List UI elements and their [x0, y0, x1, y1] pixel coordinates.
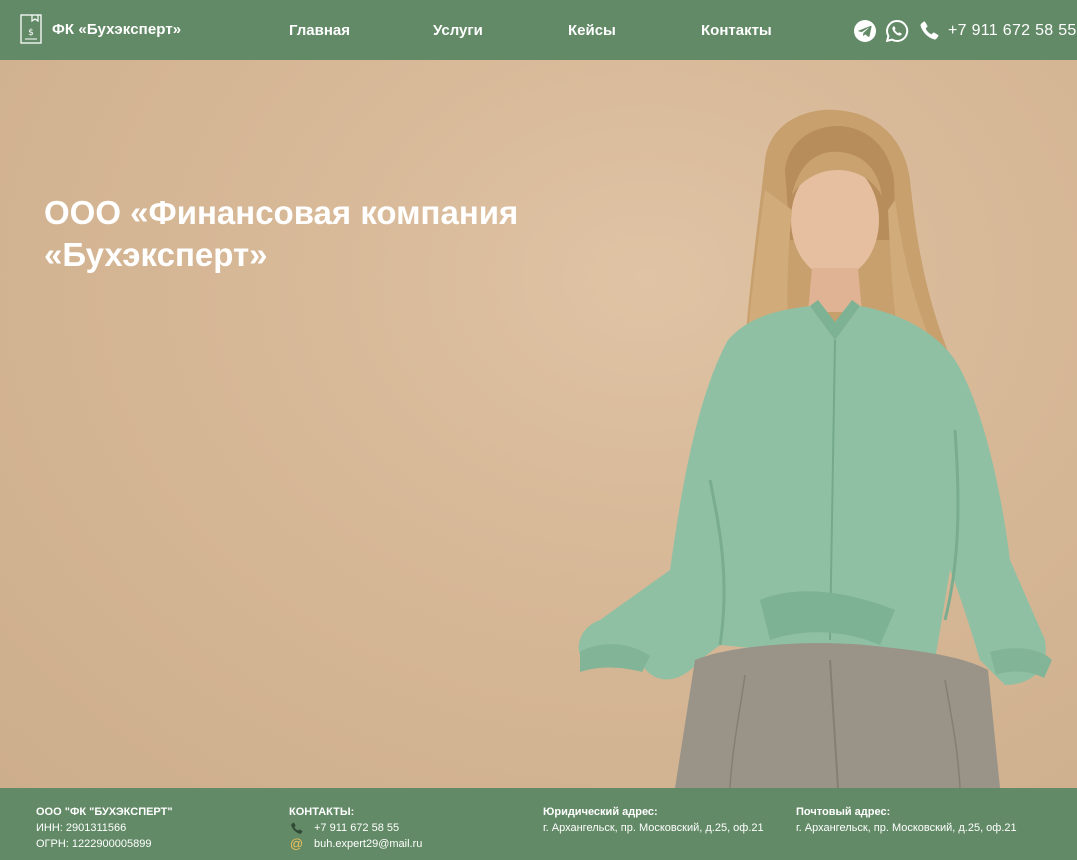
email-at-icon: @ — [289, 836, 304, 851]
nav-link-cases[interactable]: Кейсы — [568, 22, 616, 39]
footer-legal-address: Юридический адрес: г. Архангельск, пр. М… — [543, 804, 764, 836]
brand-name: ФК «Бухэксперт» — [52, 20, 182, 38]
social-links — [853, 19, 941, 43]
footer-company-info: ООО "ФК "БУХЭКСПЕРТ" ИНН: 2901311566 ОГР… — [36, 804, 173, 852]
nav-link-services[interactable]: Услуги — [433, 22, 483, 39]
footer-legal-address-title: Юридический адрес: — [543, 806, 658, 818]
footer-contacts: КОНТАКТЫ: +7 911 672 58 55 @ buh.expert2… — [289, 804, 422, 852]
hero-title-line2: «Бухэксперт» — [44, 236, 268, 273]
hero-title-line1: ООО «Финансовая компания — [44, 194, 519, 231]
footer-contacts-title: КОНТАКТЫ: — [289, 806, 355, 818]
telegram-icon[interactable] — [853, 19, 877, 43]
footer-phone-row: +7 911 672 58 55 — [289, 820, 422, 836]
site-header: $ ФК «Бухэксперт» Главная Услуги Кейсы К… — [0, 0, 1077, 60]
document-dollar-icon: $ — [20, 14, 42, 44]
footer-email-link[interactable]: buh.expert29@mail.ru — [314, 836, 422, 852]
footer-postal-address-title: Почтовый адрес: — [796, 806, 891, 818]
footer-inn: ИНН: 2901311566 — [36, 822, 127, 834]
hero-title: ООО «Финансовая компания «Бухэксперт» — [44, 192, 584, 276]
footer-email-row: @ buh.expert29@mail.ru — [289, 836, 423, 852]
footer-legal-address-value: г. Архангельск, пр. Московский, д.25, оф… — [543, 822, 764, 834]
footer-ogrn: ОГРН: 1222900005899 — [36, 838, 152, 850]
footer-company-name: ООО "ФК "БУХЭКСПЕРТ" — [36, 806, 173, 818]
hero-photo-woman — [578, 109, 1052, 788]
header-phone-link[interactable]: +7 911 672 58 55 — [948, 22, 1077, 40]
phone-icon[interactable] — [917, 19, 941, 43]
hero-section: ООО «Финансовая компания «Бухэксперт» — [0, 60, 1077, 788]
phone-icon — [291, 822, 303, 834]
whatsapp-icon[interactable] — [885, 19, 909, 43]
footer-phone-link[interactable]: +7 911 672 58 55 — [314, 820, 399, 836]
footer-postal-address-value: г. Архангельск, пр. Московский, д.25, оф… — [796, 822, 1017, 834]
svg-text:$: $ — [28, 28, 34, 38]
nav-link-home[interactable]: Главная — [289, 22, 350, 39]
site-footer: ООО "ФК "БУХЭКСПЕРТ" ИНН: 2901311566 ОГР… — [0, 788, 1077, 860]
brand-logo[interactable]: $ ФК «Бухэксперт» — [20, 14, 181, 44]
nav-link-contacts[interactable]: Контакты — [701, 22, 772, 39]
footer-postal-address: Почтовый адрес: г. Архангельск, пр. Моск… — [796, 804, 1017, 836]
